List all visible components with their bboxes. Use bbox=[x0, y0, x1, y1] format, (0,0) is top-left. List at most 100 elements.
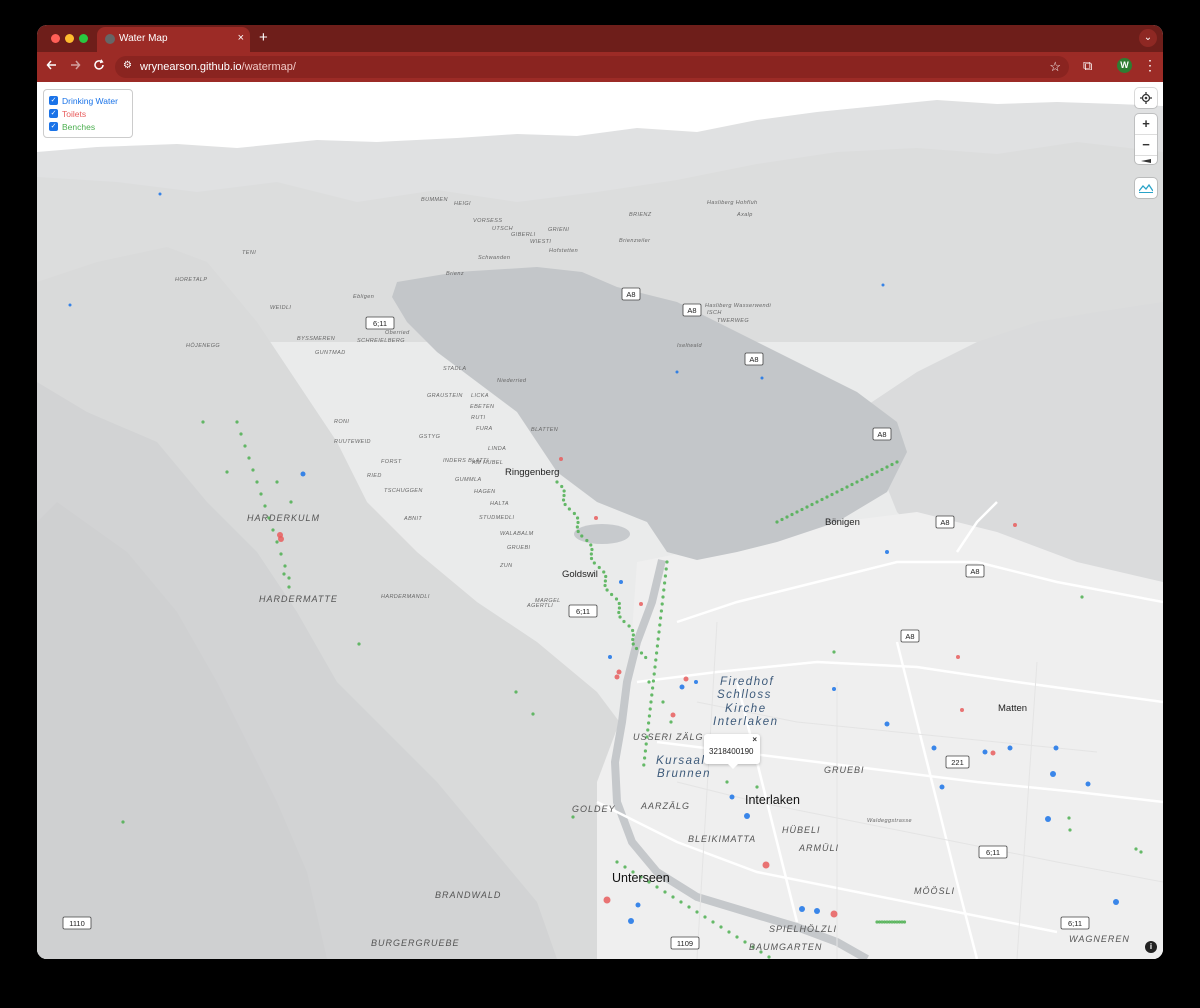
terrain-control[interactable] bbox=[1135, 178, 1157, 198]
bench-dot[interactable] bbox=[560, 484, 564, 489]
bench-dot[interactable] bbox=[617, 606, 622, 610]
bench-dot[interactable] bbox=[589, 552, 593, 556]
toilet-dot[interactable] bbox=[762, 861, 770, 869]
bench-dot[interactable] bbox=[603, 579, 607, 583]
bench-dot[interactable] bbox=[820, 497, 824, 502]
bench-dot[interactable] bbox=[648, 707, 652, 711]
bench-dot[interactable] bbox=[845, 485, 849, 489]
tab-water-map[interactable]: Water Map × bbox=[97, 27, 250, 52]
bench-dot[interactable] bbox=[661, 700, 665, 704]
extensions-puzzle-icon[interactable]: ⧉ bbox=[1083, 58, 1092, 74]
bench-dot[interactable] bbox=[775, 520, 779, 524]
bench-dot[interactable] bbox=[647, 680, 651, 684]
legend-item-toilets[interactable]: ✓ Toilets bbox=[49, 107, 127, 120]
close-window-button[interactable] bbox=[51, 34, 60, 43]
drinking-water-dot[interactable] bbox=[1050, 771, 1056, 777]
bench-dot[interactable] bbox=[605, 588, 609, 592]
bench-dot[interactable] bbox=[860, 477, 864, 482]
drinking-water-dot[interactable] bbox=[158, 192, 162, 196]
drinking-water-dot[interactable] bbox=[1113, 899, 1119, 905]
bench-dot[interactable] bbox=[870, 472, 874, 477]
bench-dot[interactable] bbox=[531, 712, 535, 716]
new-tab-button[interactable]: + bbox=[259, 29, 268, 46]
bench-dot[interactable] bbox=[735, 935, 739, 939]
site-settings-icon[interactable]: ⚙ bbox=[123, 60, 132, 71]
checkbox-toilets[interactable]: ✓ bbox=[49, 109, 58, 118]
toilet-dot[interactable] bbox=[603, 896, 611, 904]
bench-dot[interactable] bbox=[575, 516, 580, 520]
bench-dot[interactable] bbox=[567, 507, 571, 511]
bench-dot[interactable] bbox=[631, 633, 635, 637]
reload-button[interactable] bbox=[93, 59, 105, 73]
legend-item-drinking-water[interactable]: ✓ Drinking Water bbox=[49, 94, 127, 107]
bench-dot[interactable] bbox=[880, 467, 884, 472]
legend-item-benches[interactable]: ✓ Benches bbox=[49, 120, 127, 133]
bench-dot[interactable] bbox=[615, 860, 619, 864]
bench-dot[interactable] bbox=[561, 498, 566, 502]
bench-dot[interactable] bbox=[656, 637, 660, 641]
bench-dot[interactable] bbox=[1068, 828, 1072, 832]
bench-dot[interactable] bbox=[660, 602, 664, 606]
bench-dot[interactable] bbox=[767, 955, 771, 959]
drinking-water-dot[interactable] bbox=[1045, 816, 1051, 822]
drinking-water-dot[interactable] bbox=[628, 918, 634, 924]
toilet-dot[interactable] bbox=[594, 516, 598, 520]
drinking-water-dot[interactable] bbox=[939, 784, 945, 790]
bench-dot[interactable] bbox=[805, 505, 809, 509]
bench-dot[interactable] bbox=[287, 585, 291, 589]
drinking-water-dot[interactable] bbox=[675, 370, 679, 374]
bench-dot[interactable] bbox=[639, 651, 644, 655]
bench-dot[interactable] bbox=[623, 865, 627, 869]
bench-dot[interactable] bbox=[631, 637, 635, 642]
bench-dot[interactable] bbox=[121, 820, 125, 824]
bench-dot[interactable] bbox=[642, 763, 646, 767]
tab-search-button[interactable]: ⌄ bbox=[1139, 29, 1157, 47]
drinking-water-dot[interactable] bbox=[68, 303, 72, 307]
bench-dot[interactable] bbox=[800, 507, 804, 512]
bench-dot[interactable] bbox=[653, 665, 657, 669]
bench-dot[interactable] bbox=[835, 490, 839, 494]
bench-dot[interactable] bbox=[604, 574, 608, 579]
bench-dot[interactable] bbox=[669, 720, 673, 724]
bench-dot[interactable] bbox=[695, 910, 699, 914]
bench-dot[interactable] bbox=[1080, 595, 1084, 599]
terrain-button[interactable] bbox=[1135, 178, 1157, 198]
bench-dot[interactable] bbox=[662, 588, 666, 592]
forward-button[interactable] bbox=[69, 59, 81, 73]
drinking-water-dot[interactable] bbox=[881, 283, 885, 287]
bench-dot[interactable] bbox=[287, 576, 291, 580]
drinking-water-dot[interactable] bbox=[608, 655, 612, 659]
drinking-water-dot[interactable] bbox=[799, 906, 805, 912]
bench-dot[interactable] bbox=[649, 700, 653, 704]
bench-dot[interactable] bbox=[643, 749, 648, 753]
drinking-water-dot[interactable] bbox=[814, 908, 820, 914]
minimize-window-button[interactable] bbox=[65, 34, 74, 43]
bench-dot[interactable] bbox=[875, 470, 879, 474]
bench-dot[interactable] bbox=[654, 658, 658, 662]
bench-dot[interactable] bbox=[631, 642, 635, 646]
bench-dot[interactable] bbox=[644, 742, 648, 746]
attribution-info-button[interactable]: i bbox=[1145, 941, 1157, 953]
drinking-water-dot[interactable] bbox=[760, 376, 764, 380]
bench-dot[interactable] bbox=[1139, 850, 1143, 854]
toilet-dot[interactable] bbox=[639, 602, 643, 606]
bench-dot[interactable] bbox=[885, 465, 889, 469]
bench-dot[interactable] bbox=[810, 502, 814, 507]
bench-dot[interactable] bbox=[790, 512, 794, 517]
bench-dot[interactable] bbox=[555, 480, 559, 484]
bench-dot[interactable] bbox=[576, 520, 580, 525]
checkbox-drinking-water[interactable]: ✓ bbox=[49, 96, 58, 105]
bench-dot[interactable] bbox=[576, 529, 580, 534]
bench-dot[interactable] bbox=[651, 686, 655, 690]
drinking-water-dot[interactable] bbox=[694, 680, 698, 684]
drinking-water-dot[interactable] bbox=[744, 813, 750, 819]
bench-dot[interactable] bbox=[279, 552, 283, 556]
bench-dot[interactable] bbox=[562, 493, 566, 498]
bench-dot[interactable] bbox=[663, 890, 667, 894]
bench-dot[interactable] bbox=[259, 492, 263, 496]
bench-dot[interactable] bbox=[618, 615, 622, 619]
geolocate-control[interactable] bbox=[1135, 88, 1157, 108]
bench-dot[interactable] bbox=[225, 470, 229, 474]
bench-dot[interactable] bbox=[614, 597, 619, 601]
bench-dot[interactable] bbox=[589, 556, 594, 561]
